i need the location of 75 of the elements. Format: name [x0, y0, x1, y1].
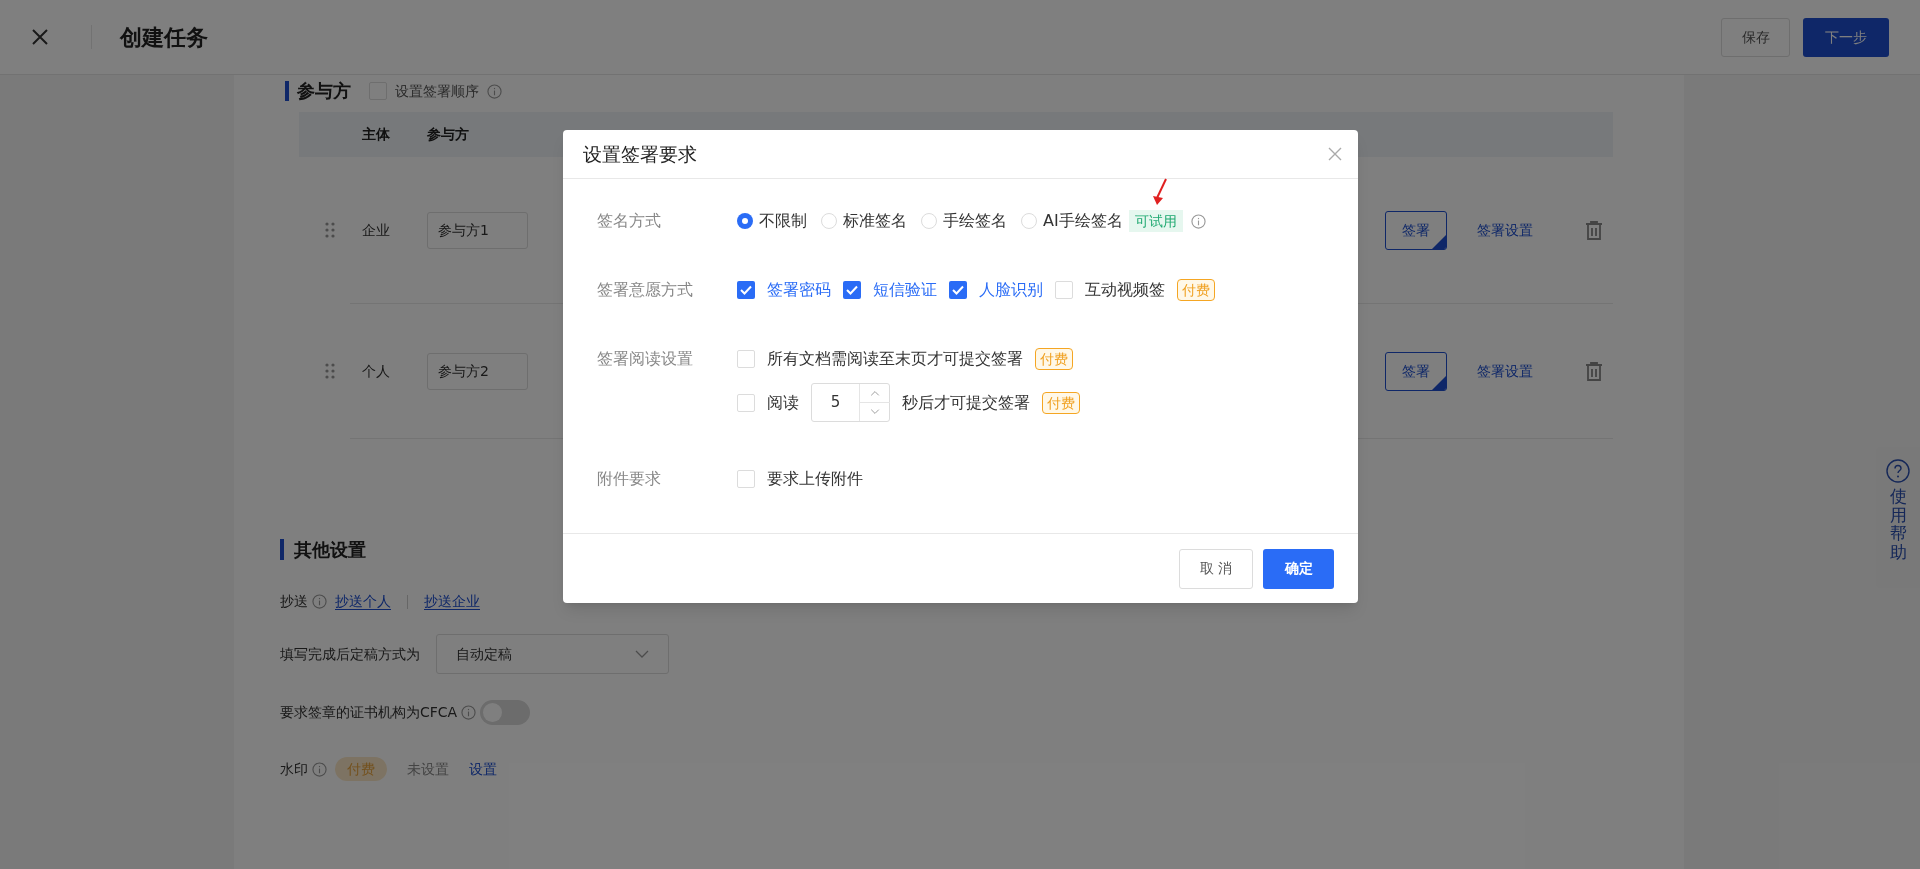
- info-icon: [461, 705, 477, 720]
- button[interactable]: 保存: [1721, 17, 1790, 57]
- button[interactable]: 下一步: [1803, 17, 1889, 57]
- checkbox[interactable]: [949, 281, 967, 299]
- sign-button[interactable]: 签署: [1385, 210, 1447, 250]
- checkbox[interactable]: [737, 393, 755, 412]
- tag: 付费: [1042, 391, 1080, 414]
- option-label[interactable]: 手绘签名: [943, 209, 1007, 233]
- drag-handle-icon[interactable]: [325, 363, 335, 379]
- checkbox[interactable]: [737, 350, 755, 368]
- option-label[interactable]: 标准签名: [843, 209, 907, 233]
- field-label: 附件要求: [597, 468, 662, 490]
- input-field[interactable]: 参与方1: [427, 211, 528, 249]
- column-header: 主体: [362, 125, 390, 144]
- option-label: 所有文档需阅读至末页才可提交签署: [767, 348, 1023, 370]
- radio-button[interactable]: [821, 213, 837, 229]
- arrow-drawing: [1151, 178, 1168, 206]
- table-cell-text: 企业: [362, 220, 391, 240]
- button[interactable]: 确定: [1263, 548, 1334, 589]
- input-field[interactable]: 参与方2: [427, 352, 528, 390]
- checkbox[interactable]: [1055, 281, 1073, 299]
- field-label: 签名方式: [597, 210, 662, 232]
- trash-icon[interactable]: [1585, 220, 1603, 240]
- section-title: 其他设置: [280, 539, 366, 560]
- radio-button[interactable]: [1021, 213, 1037, 229]
- info-icon: [312, 594, 327, 609]
- drag-handle-icon[interactable]: [325, 222, 335, 238]
- option-label: 签署密码: [767, 279, 831, 301]
- link[interactable]: 抄送企业: [424, 591, 480, 612]
- option-label[interactable]: AI手绘签名: [1043, 209, 1123, 233]
- link[interactable]: 设置: [469, 758, 497, 780]
- close-icon[interactable]: [31, 28, 49, 46]
- trash-icon[interactable]: [1585, 361, 1603, 381]
- field-label: 填写完成后定稿方式为: [280, 644, 420, 664]
- checkbox[interactable]: [843, 281, 861, 299]
- option-label[interactable]: 不限制: [759, 209, 807, 233]
- option-label: 阅读: [767, 391, 799, 414]
- column-header: 参与方: [427, 125, 469, 144]
- button[interactable]: 取 消: [1179, 548, 1253, 589]
- checkbox[interactable]: [737, 281, 755, 299]
- radio-button[interactable]: [737, 213, 753, 229]
- radio-button[interactable]: [921, 213, 937, 229]
- table-cell-text: 个人: [362, 361, 391, 381]
- field-label: 抄送: [280, 592, 308, 611]
- help-icon: [1886, 459, 1910, 483]
- select-field[interactable]: 自动定稿: [436, 634, 669, 674]
- tag: 付费: [1035, 348, 1073, 370]
- tag: 付费: [1177, 279, 1215, 301]
- info-icon: [312, 761, 327, 777]
- option-label: 人脸识别: [979, 279, 1043, 301]
- option-label: 要求上传附件: [767, 468, 863, 490]
- option-label: 短信验证: [873, 279, 937, 301]
- tag: 可试用: [1128, 210, 1183, 232]
- field-label: 水印: [280, 759, 308, 779]
- info-icon: [487, 83, 502, 99]
- checkbox[interactable]: [737, 470, 755, 488]
- field-label: 签署阅读设置: [597, 348, 694, 370]
- help-label: 使用帮助: [1889, 487, 1907, 562]
- field-label: 要求签章的证书机构为CFCA: [280, 703, 458, 722]
- link[interactable]: 抄送个人: [335, 591, 391, 612]
- field-label: 签署意愿方式: [597, 279, 694, 301]
- chevron-down-icon: [635, 650, 649, 658]
- link[interactable]: 签署设置: [1477, 219, 1533, 241]
- option-label: 互动视频签: [1085, 279, 1165, 301]
- section-title: 参与方: [285, 81, 351, 101]
- status-text: 未设置: [407, 759, 449, 779]
- sign-button[interactable]: 签署: [1385, 351, 1447, 391]
- number-input[interactable]: 5: [811, 383, 890, 422]
- link[interactable]: 签署设置: [1477, 360, 1533, 382]
- option-label: 设置签署顺序: [395, 81, 479, 101]
- dialog-title: 设置签署要求: [583, 141, 697, 167]
- page-title: 创建任务: [120, 23, 208, 52]
- close-icon[interactable]: [1328, 147, 1342, 161]
- tag: 付费: [335, 757, 387, 781]
- option-label: 秒后才可提交签署: [902, 391, 1030, 414]
